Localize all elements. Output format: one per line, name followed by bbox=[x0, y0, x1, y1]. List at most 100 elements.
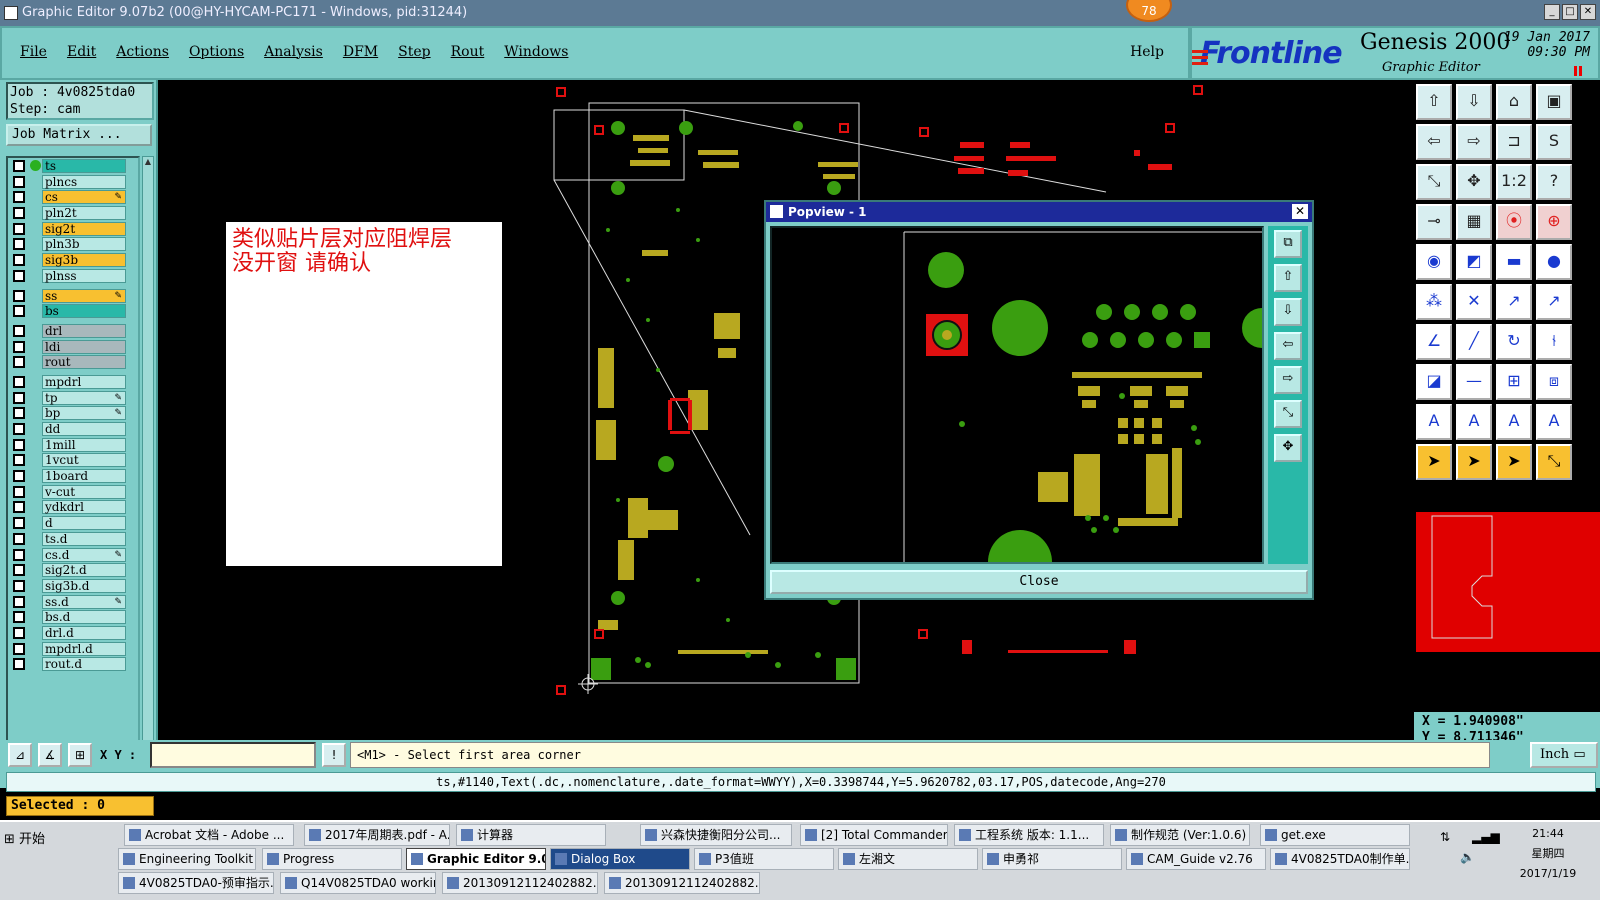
layer-row[interactable]: sig2t bbox=[8, 221, 138, 237]
layer-label[interactable]: cs.d ✎ bbox=[42, 547, 126, 562]
layer-row[interactable]: sig3b bbox=[8, 252, 138, 268]
layer-label[interactable]: dd bbox=[42, 422, 126, 436]
layer-label[interactable]: sig3b.d bbox=[42, 578, 126, 593]
layer-checkbox[interactable] bbox=[13, 595, 25, 608]
layer-row[interactable]: drl bbox=[8, 323, 138, 339]
copy-icon[interactable]: ↗ bbox=[1536, 284, 1572, 320]
zoom-in-icon[interactable]: ✥ bbox=[1456, 164, 1492, 200]
rotate-icon[interactable]: ↻ bbox=[1496, 324, 1532, 360]
text-a4-icon[interactable]: A bbox=[1536, 404, 1572, 440]
layer-checkbox[interactable] bbox=[13, 375, 25, 388]
volume-icon[interactable]: 🔈 bbox=[1460, 850, 1475, 864]
layer-checkbox[interactable] bbox=[13, 564, 25, 577]
task-row1-5[interactable]: 工程系统 版本: 1.1... bbox=[954, 824, 1104, 846]
cross-icon[interactable]: ✕ bbox=[1456, 284, 1492, 320]
mirror-icon[interactable]: ⫮ bbox=[1536, 324, 1572, 360]
layer-row[interactable]: sig3b.d bbox=[8, 578, 138, 594]
layer-checkbox[interactable] bbox=[13, 501, 25, 514]
task-row3-1[interactable]: Q14V0825TDA0 working ... bbox=[280, 872, 436, 894]
alert-icon[interactable]: ! bbox=[322, 743, 346, 767]
text-a3-icon[interactable]: A bbox=[1496, 404, 1532, 440]
pointer-edit-icon[interactable]: ➤ bbox=[1496, 444, 1532, 480]
layer-label[interactable]: sig2t.d bbox=[42, 563, 126, 578]
layer-label[interactable]: rout.d bbox=[42, 657, 126, 672]
snap-grid-icon[interactable]: ⊿ bbox=[8, 743, 32, 767]
task-row1-2[interactable]: 计算器 bbox=[456, 824, 606, 846]
scale-icon[interactable]: 1:2 bbox=[1496, 164, 1532, 200]
task-row2-3[interactable]: Dialog Box bbox=[550, 848, 690, 870]
popview-zoom-icon[interactable]: ⧉ bbox=[1274, 230, 1302, 258]
layer-checkbox[interactable] bbox=[13, 438, 25, 451]
menu-analysis[interactable]: Analysis bbox=[264, 44, 323, 60]
popview-zoom-in-icon[interactable]: ✥ bbox=[1274, 434, 1302, 462]
layer-checkbox[interactable] bbox=[13, 191, 25, 204]
layer-row[interactable]: ldi bbox=[8, 339, 138, 355]
task-row2-7[interactable]: CAM_Guide v2.76 bbox=[1126, 848, 1266, 870]
pointer-select-icon[interactable]: ➤ bbox=[1456, 444, 1492, 480]
task-row1-1[interactable]: 2017年周期表.pdf - A... bbox=[304, 824, 450, 846]
snap-angle-icon[interactable]: ∡ bbox=[38, 743, 62, 767]
layer-row[interactable]: bs.d bbox=[8, 609, 138, 625]
layer-checkbox[interactable] bbox=[13, 407, 25, 420]
layer-label[interactable]: bs.d bbox=[42, 610, 126, 625]
layer-row[interactable]: tp ✎ bbox=[8, 390, 138, 406]
layer-checkbox[interactable] bbox=[13, 532, 25, 545]
layer-checkbox[interactable] bbox=[13, 470, 25, 483]
layer-checkbox[interactable] bbox=[13, 175, 25, 188]
layer-row[interactable]: rout bbox=[8, 354, 138, 370]
layer-checkbox[interactable] bbox=[13, 548, 25, 561]
layer-row[interactable]: mpdrl bbox=[8, 374, 138, 390]
popview-titlebar[interactable]: Popview - 1 ✕ bbox=[766, 202, 1312, 222]
layer-row[interactable]: ss ✎ bbox=[8, 288, 138, 304]
layer-label[interactable]: sig3b bbox=[42, 253, 126, 268]
layer-label[interactable]: pln3b bbox=[42, 237, 126, 252]
layer-label[interactable]: mpdrl bbox=[42, 374, 126, 389]
start-button[interactable]: ⊞ 开始 bbox=[4, 828, 45, 847]
measure-icon[interactable]: ⊸ bbox=[1416, 204, 1452, 240]
menu-edit[interactable]: Edit bbox=[67, 44, 96, 60]
popview-pan-up-icon[interactable]: ⇧ bbox=[1274, 264, 1302, 292]
popview-zoom-out-icon[interactable]: ⤡ bbox=[1274, 400, 1302, 428]
move-icon[interactable]: ↗ bbox=[1496, 284, 1532, 320]
layer-checkbox[interactable] bbox=[13, 238, 25, 251]
help-icon[interactable]: ? bbox=[1536, 164, 1572, 200]
menu-help[interactable]: Help bbox=[1130, 44, 1164, 60]
menu-options[interactable]: Options bbox=[189, 44, 244, 60]
layer-row[interactable]: d bbox=[8, 515, 138, 531]
fit-icon[interactable]: ⊐ bbox=[1496, 124, 1532, 160]
layer-label[interactable]: 1mill bbox=[42, 437, 126, 452]
layer-checkbox[interactable] bbox=[13, 391, 25, 404]
layer-label[interactable]: cs ✎ bbox=[42, 190, 126, 205]
layer-label[interactable]: ldi bbox=[42, 339, 126, 354]
layer-checkbox[interactable] bbox=[13, 423, 25, 435]
layer-label[interactable]: ss.d ✎ bbox=[42, 594, 126, 609]
layer-row[interactable]: ydkdrl bbox=[8, 499, 138, 515]
minus-icon[interactable]: — bbox=[1456, 364, 1492, 400]
network-icon[interactable]: ⇅ bbox=[1440, 830, 1450, 844]
task-row2-4[interactable]: P3值班 bbox=[694, 848, 834, 870]
task-row3-3[interactable]: 20130912112402882.rtf... bbox=[604, 872, 760, 894]
task-row1-7[interactable]: get.exe bbox=[1260, 824, 1410, 846]
layer-row[interactable]: 1mill bbox=[8, 437, 138, 453]
layer-row[interactable]: 1vcut bbox=[8, 452, 138, 468]
menu-step[interactable]: Step bbox=[398, 44, 430, 60]
task-row2-5[interactable]: 左湘文 bbox=[838, 848, 978, 870]
connect-icon[interactable]: ⁂ bbox=[1416, 284, 1452, 320]
resize-icon[interactable]: ⊞ bbox=[1496, 364, 1532, 400]
layer-checkbox[interactable] bbox=[13, 254, 25, 267]
task-row1-3[interactable]: 兴森快捷衡阳分公司... bbox=[640, 824, 792, 846]
layer-checkbox[interactable] bbox=[13, 269, 25, 282]
layer-checkbox[interactable] bbox=[13, 289, 25, 302]
group-icon[interactable]: ⧈ bbox=[1536, 364, 1572, 400]
close-window-button[interactable]: ✕ bbox=[1580, 4, 1596, 20]
task-row3-0[interactable]: 4V0825TDA0-预审指示.... bbox=[118, 872, 274, 894]
scroll-up-icon[interactable]: ▲ bbox=[143, 157, 153, 169]
layer-row[interactable]: sig2t.d bbox=[8, 562, 138, 578]
layer-row[interactable]: plnss bbox=[8, 268, 138, 284]
layer-checkbox[interactable] bbox=[13, 305, 25, 318]
area-select-icon[interactable]: ◩ bbox=[1456, 244, 1492, 280]
window-icon[interactable]: ▣ bbox=[1536, 84, 1572, 120]
layer-label[interactable]: d bbox=[42, 516, 126, 531]
task-row2-1[interactable]: Progress bbox=[262, 848, 402, 870]
grid-icon[interactable]: ▦ bbox=[1456, 204, 1492, 240]
